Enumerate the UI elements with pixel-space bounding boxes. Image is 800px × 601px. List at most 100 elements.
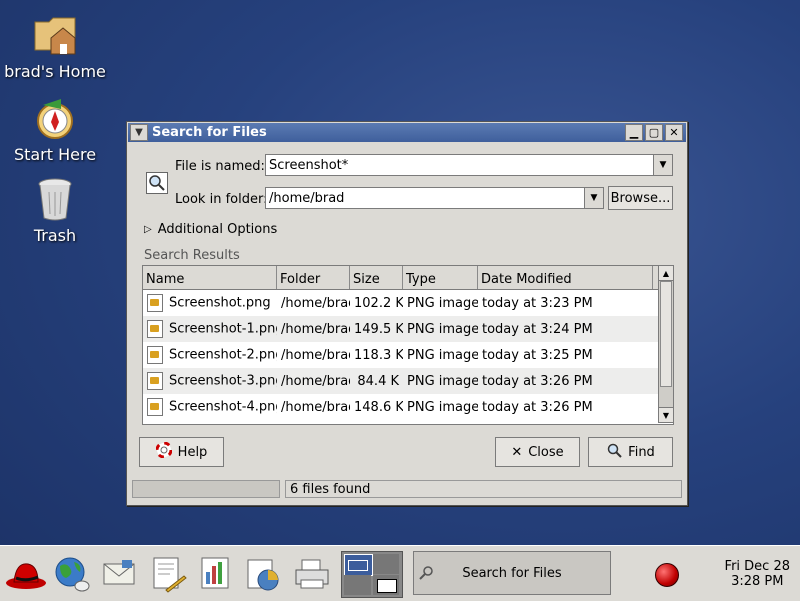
file-named-label: File is named: bbox=[175, 159, 265, 174]
search-results-label: Search Results bbox=[144, 248, 240, 263]
additional-options-expander[interactable]: ▷ Additional Options bbox=[144, 222, 277, 237]
scrollbar-thumb[interactable] bbox=[660, 281, 672, 387]
update-notifier-icon[interactable] bbox=[655, 563, 679, 587]
chevron-down-icon: ▼ bbox=[590, 193, 598, 203]
file-named-input[interactable] bbox=[269, 157, 645, 173]
spreadsheet-launcher[interactable] bbox=[242, 552, 286, 596]
spreadsheet-icon bbox=[247, 559, 279, 591]
desktop-icon-start-here[interactable]: Start Here bbox=[0, 95, 110, 164]
window-titlebar[interactable]: ▼ Search for Files ▁ ▢ ✕ bbox=[128, 123, 686, 142]
scroll-up-button[interactable]: ▲ bbox=[659, 266, 673, 281]
file-named-combo[interactable]: ▼ bbox=[265, 154, 673, 176]
presentation-icon bbox=[201, 557, 229, 589]
row-type: PNG image bbox=[407, 347, 478, 363]
row-folder: /home/brad bbox=[281, 295, 350, 311]
desktop-icon-home[interactable]: brad's Home bbox=[0, 10, 110, 81]
row-folder: /home/brad bbox=[281, 373, 350, 389]
look-in-combo[interactable]: ▼ bbox=[265, 187, 604, 209]
status-bar: 6 files found bbox=[132, 479, 682, 499]
results-list[interactable]: Name Folder Size Type Date Modified Scre… bbox=[142, 265, 674, 425]
column-header-name[interactable]: Name bbox=[143, 266, 277, 289]
row-size: 148.6 K bbox=[354, 399, 403, 415]
look-in-dropdown-button[interactable]: ▼ bbox=[584, 188, 603, 208]
results-scrollbar[interactable]: ▲ ▼ bbox=[658, 265, 674, 423]
close-button[interactable]: ✕ Close bbox=[495, 437, 580, 467]
table-row[interactable]: Screenshot-3.png /home/brad 84.4 K PNG i… bbox=[143, 368, 673, 394]
mail-icon bbox=[103, 560, 135, 585]
table-row[interactable]: Screenshot.png /home/brad 102.2 K PNG im… bbox=[143, 290, 673, 316]
row-name: Screenshot-4.png bbox=[169, 399, 277, 415]
row-size: 102.2 K bbox=[354, 295, 403, 311]
column-header-type[interactable]: Type bbox=[403, 266, 478, 289]
find-button[interactable]: Find bbox=[588, 437, 673, 467]
table-row[interactable]: Screenshot-4.png /home/brad 148.6 K PNG … bbox=[143, 394, 673, 420]
row-modified: today at 3:23 PM bbox=[482, 295, 593, 311]
arrow-up-icon: ▲ bbox=[662, 268, 670, 278]
png-file-icon bbox=[147, 398, 163, 416]
workspace-3[interactable] bbox=[344, 575, 371, 595]
print-manager-launcher[interactable] bbox=[290, 552, 334, 596]
row-folder: /home/brad bbox=[281, 347, 350, 363]
column-header-size[interactable]: Size bbox=[350, 266, 403, 289]
search-window: ▼ Search for Files ▁ ▢ ✕ File is named: … bbox=[126, 121, 688, 506]
main-menu-button[interactable] bbox=[4, 552, 48, 596]
workspace-4[interactable] bbox=[373, 575, 399, 595]
bottom-panel: Search for Files Fri Dec 28 3:28 PM bbox=[0, 545, 800, 601]
table-row[interactable]: Screenshot-2.png /home/brad 118.3 K PNG … bbox=[143, 342, 673, 368]
results-header: Name Folder Size Type Date Modified bbox=[143, 266, 673, 290]
redhat-icon bbox=[6, 563, 46, 589]
status-text: 6 files found bbox=[285, 480, 682, 498]
row-size: 118.3 K bbox=[354, 347, 403, 363]
help-button[interactable]: Help bbox=[139, 437, 224, 467]
row-type: PNG image bbox=[407, 373, 478, 389]
file-named-dropdown-button[interactable]: ▼ bbox=[653, 155, 672, 175]
row-name: Screenshot-3.png bbox=[169, 373, 277, 389]
trash-icon bbox=[38, 178, 72, 221]
taskbar-button-search-for-files[interactable]: Search for Files bbox=[413, 551, 611, 595]
writer-launcher[interactable] bbox=[146, 552, 190, 596]
expander-arrow-icon: ▷ bbox=[144, 224, 152, 235]
desktop-icon-label: Start Here bbox=[13, 145, 97, 164]
row-name: Screenshot.png bbox=[169, 295, 271, 311]
row-folder: /home/brad bbox=[281, 399, 350, 415]
row-name: Screenshot-2.png bbox=[169, 347, 277, 363]
search-magnifier-icon bbox=[146, 172, 168, 194]
row-name: Screenshot-1.png bbox=[169, 321, 277, 337]
progress-bar bbox=[132, 480, 280, 498]
column-header-date-modified[interactable]: Date Modified bbox=[478, 266, 653, 289]
workspace-switcher[interactable] bbox=[341, 551, 403, 598]
desktop-icon-label: Trash bbox=[33, 226, 77, 245]
row-type: PNG image bbox=[407, 399, 478, 415]
search-icon bbox=[606, 442, 622, 462]
row-size: 149.5 K bbox=[354, 321, 403, 337]
chevron-down-icon: ▼ bbox=[659, 160, 667, 170]
column-header-folder[interactable]: Folder bbox=[277, 266, 350, 289]
close-icon: ✕ bbox=[511, 444, 523, 460]
home-folder-icon bbox=[34, 17, 76, 55]
web-browser-launcher[interactable] bbox=[50, 552, 94, 596]
minimize-button[interactable]: ▁ bbox=[625, 124, 643, 141]
scroll-down-button[interactable]: ▼ bbox=[659, 407, 673, 422]
browse-button-label: Browse... bbox=[610, 190, 671, 206]
globe-icon bbox=[55, 557, 90, 592]
workspace-1[interactable] bbox=[344, 554, 373, 576]
table-row[interactable]: Screenshot-1.png /home/brad 149.5 K PNG … bbox=[143, 316, 673, 342]
clock-date: Fri Dec 28 bbox=[724, 559, 790, 574]
close-button-label: Close bbox=[528, 444, 564, 460]
maximize-button[interactable]: ▢ bbox=[645, 124, 663, 141]
png-file-icon bbox=[147, 320, 163, 338]
find-button-label: Find bbox=[628, 444, 655, 460]
clock-time: 3:28 PM bbox=[731, 574, 784, 589]
look-in-input[interactable] bbox=[269, 190, 576, 206]
row-type: PNG image bbox=[407, 321, 478, 337]
presentation-launcher[interactable] bbox=[194, 552, 238, 596]
browse-button[interactable]: Browse... bbox=[608, 186, 673, 210]
clock[interactable]: Fri Dec 28 3:28 PM bbox=[725, 559, 790, 589]
close-window-button[interactable]: ✕ bbox=[665, 124, 683, 141]
row-modified: today at 3:26 PM bbox=[482, 399, 593, 415]
window-menu-button[interactable]: ▼ bbox=[130, 124, 148, 141]
search-tool-icon bbox=[419, 566, 433, 580]
workspace-2[interactable] bbox=[373, 554, 399, 574]
desktop-icon-trash[interactable]: Trash bbox=[0, 176, 110, 245]
email-launcher[interactable] bbox=[98, 552, 142, 596]
